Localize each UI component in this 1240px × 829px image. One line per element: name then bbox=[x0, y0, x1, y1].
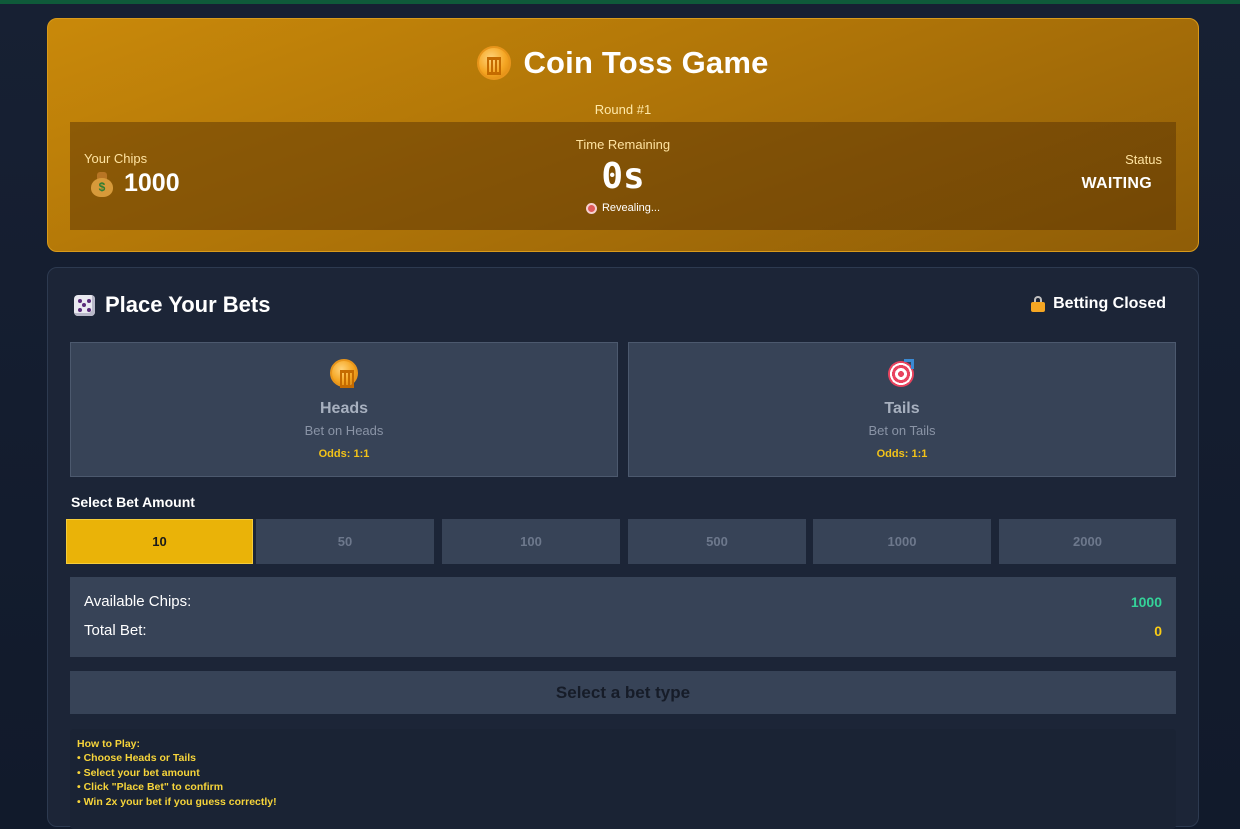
bet-amount-10-button[interactable]: 10 bbox=[66, 519, 253, 564]
bets-title: Place Your Bets bbox=[105, 292, 271, 317]
bet-summary: Available Chips: 1000 Total Bet: 0 bbox=[70, 577, 1176, 657]
bet-option-heads[interactable]: Heads Bet on Heads Odds: 1:1 bbox=[70, 342, 618, 477]
how-to-play-step: • Click "Place Bet" to confirm bbox=[77, 781, 224, 794]
how-to-play-step: • Select your bet amount bbox=[77, 766, 200, 779]
bet-amount-2000-button[interactable]: 2000 bbox=[999, 519, 1176, 564]
available-chips-label: Available Chips: bbox=[84, 593, 192, 610]
bet-amount-500-button[interactable]: 500 bbox=[628, 519, 806, 564]
alarm-clock-icon bbox=[585, 202, 597, 214]
option-odds: Odds: 1:1 bbox=[876, 448, 928, 460]
dice-icon bbox=[74, 294, 95, 316]
bet-option-tails[interactable]: Tails Bet on Tails Odds: 1:1 bbox=[628, 342, 1176, 477]
total-bet-value: 0 bbox=[1154, 623, 1162, 639]
betting-closed-label: Betting Closed bbox=[1053, 295, 1166, 312]
coin-icon bbox=[477, 46, 512, 80]
time-remaining-label: Time Remaining bbox=[575, 137, 671, 152]
bet-amount-1000-button[interactable]: 1000 bbox=[813, 519, 991, 564]
bet-amount-50-button[interactable]: 50 bbox=[256, 519, 434, 564]
round-number: Round #1 bbox=[594, 102, 652, 117]
option-name: Heads bbox=[319, 400, 369, 417]
title-row: Coin Toss Game bbox=[48, 43, 1198, 83]
target-icon bbox=[888, 359, 916, 387]
available-chips-value: 1000 bbox=[1130, 594, 1162, 610]
page-title: Coin Toss Game bbox=[523, 45, 769, 80]
how-to-play-step: • Choose Heads or Tails bbox=[77, 752, 197, 765]
bets-header: Place Your Bets bbox=[74, 292, 270, 318]
coin-icon bbox=[330, 359, 358, 388]
place-bet-button[interactable]: Select a bet type bbox=[70, 671, 1176, 714]
stats-panel: Your Chips $ 1000 Time Remaining 0s Reve… bbox=[70, 122, 1176, 230]
option-description: Bet on Heads bbox=[304, 423, 384, 438]
betting-closed-indicator: Betting Closed bbox=[1031, 295, 1166, 313]
bets-card: Place Your Bets Betting Closed Heads Bet… bbox=[47, 267, 1199, 829]
bet-amount-100-button[interactable]: 100 bbox=[442, 519, 620, 564]
bet-amount-label: Select Bet Amount bbox=[71, 494, 195, 510]
option-description: Bet on Tails bbox=[868, 423, 936, 438]
option-odds: Odds: 1:1 bbox=[318, 448, 370, 460]
revealing-text: Revealing... bbox=[601, 202, 661, 214]
status-label: Status bbox=[1125, 152, 1162, 167]
lock-icon bbox=[1031, 296, 1046, 312]
game-header-card: Coin Toss Game Round #1 Your Chips $ 100… bbox=[47, 18, 1199, 252]
option-name: Tails bbox=[884, 400, 920, 417]
how-to-play-title: How to Play: bbox=[77, 738, 141, 750]
revealing-indicator: Revealing... bbox=[70, 202, 1176, 214]
time-remaining-value: 0s bbox=[601, 156, 645, 197]
total-bet-label: Total Bet: bbox=[84, 622, 147, 639]
status-value: WAITING bbox=[1081, 175, 1152, 192]
how-to-play-step: • Win 2x your bet if you guess correctly… bbox=[77, 795, 277, 808]
how-to-play-panel: How to Play: • Choose Heads or Tails • S… bbox=[70, 729, 1176, 829]
